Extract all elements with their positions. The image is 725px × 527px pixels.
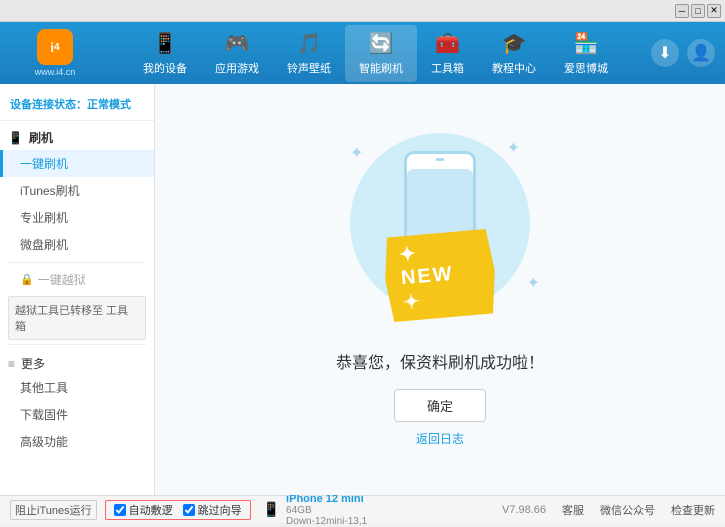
nav-apps-games[interactable]: 🎮 应用游戏 <box>201 25 273 82</box>
nav-my-device[interactable]: 📱 我的设备 <box>129 25 201 82</box>
main-layout: 设备连接状态：正常模式 📱 刷机 一键刷机 iTunes刷机 专业刷机 微盘刷机… <box>0 84 725 495</box>
sidebar-one-click-flash[interactable]: 一键刷机 <box>0 150 154 177</box>
stop-itunes-button[interactable]: 阻止iTunes运行 <box>10 500 97 520</box>
nav-tutorial[interactable]: 🎓 教程中心 <box>478 25 550 82</box>
jailbreak-notice-text: 越狱工具已转移至 工具箱 <box>15 305 128 333</box>
sidebar-download-firmware[interactable]: 下载固件 <box>0 401 154 428</box>
nav-tutorial-label: 教程中心 <box>492 60 536 76</box>
flash-section-label: 刷机 <box>29 129 53 146</box>
sidebar-advanced[interactable]: 高级功能 <box>0 428 154 455</box>
success-message: 恭喜您，保资料刷机成功啦！ <box>336 349 544 373</box>
store-icon: 🏪 <box>574 31 599 56</box>
nav-smart-flash-label: 智能刷机 <box>359 60 403 76</box>
smart-flash-icon: 🔄 <box>369 31 394 56</box>
jailbreak-section: 🔒 一键越狱 <box>0 267 154 292</box>
sidebar-other-tools[interactable]: 其他工具 <box>0 374 154 401</box>
device-storage: 64GB <box>286 505 367 516</box>
nav-right: ⬇ 👤 <box>651 39 715 67</box>
auto-detect-label: 自动敷逻 <box>129 502 173 518</box>
version-label: V7.98.66 <box>502 504 546 516</box>
sparkle-1: ✦ <box>350 143 363 163</box>
sparkle-3: ✦ <box>527 273 540 293</box>
flash-section-icon: 📱 <box>8 131 23 145</box>
jailbreak-notice: 越狱工具已转移至 工具箱 <box>8 296 146 340</box>
nav-wallpaper-label: 铃声壁纸 <box>287 60 331 76</box>
sidebar-status-value: 正常模式 <box>87 99 131 111</box>
device-model: Down-12mini-13,1 <box>286 516 367 527</box>
nav-smart-flash[interactable]: 🔄 智能刷机 <box>345 25 417 82</box>
confirm-button[interactable]: 确定 <box>394 389 486 422</box>
title-bar: ─ □ ✕ <box>0 0 725 22</box>
toolbox-icon: 🧰 <box>435 31 460 56</box>
bottom-bar: 阻止iTunes运行 自动敷逻 跳过向导 📱 iPhone 12 mini 64… <box>0 495 725 523</box>
apps-games-icon: 🎮 <box>225 31 250 56</box>
bottom-left-section: 阻止iTunes运行 <box>10 500 97 520</box>
restore-button[interactable]: □ <box>691 4 705 18</box>
nav-items: 📱 我的设备 🎮 应用游戏 🎵 铃声壁纸 🔄 智能刷机 🧰 工具箱 🎓 教程中心… <box>100 25 651 82</box>
lock-icon: 🔒 <box>20 273 34 286</box>
auto-detect-checkbox-item[interactable]: 自动敷逻 <box>114 502 173 518</box>
more-section-header: ≡ 更多 <box>0 349 154 374</box>
back-to-today-link[interactable]: 返回日志 <box>416 430 464 447</box>
minimize-button[interactable]: ─ <box>675 4 689 18</box>
sidebar-micro-flash[interactable]: 微盘刷机 <box>0 231 154 258</box>
my-device-icon: 📱 <box>153 31 178 56</box>
sidebar-pro-flash[interactable]: 专业刷机 <box>0 204 154 231</box>
check-update-link[interactable]: 检查更新 <box>671 502 715 518</box>
sidebar-divider-2 <box>8 344 146 345</box>
more-section-label: 更多 <box>21 355 45 372</box>
sparkle-2: ✦ <box>507 138 520 158</box>
sidebar: 设备连接状态：正常模式 📱 刷机 一键刷机 iTunes刷机 专业刷机 微盘刷机… <box>0 84 155 495</box>
wizard-checkbox-item[interactable]: 跳过向导 <box>183 502 242 518</box>
nav-apps-games-label: 应用游戏 <box>215 60 259 76</box>
sidebar-status: 设备连接状态：正常模式 <box>0 92 154 121</box>
nav-toolbox[interactable]: 🧰 工具箱 <box>417 25 478 82</box>
bottom-right: V7.98.66 客服 微信公众号 检查更新 <box>502 502 715 518</box>
logo-area[interactable]: i4 www.i4.cn <box>10 29 100 77</box>
top-nav: i4 www.i4.cn 📱 我的设备 🎮 应用游戏 🎵 铃声壁纸 🔄 智能刷机… <box>0 22 725 84</box>
window-controls[interactable]: ─ □ ✕ <box>675 4 721 18</box>
nav-my-device-label: 我的设备 <box>143 60 187 76</box>
device-section: 📱 iPhone 12 mini 64GB Down-12mini-13,1 <box>263 493 423 527</box>
wizard-label: 跳过向导 <box>198 502 242 518</box>
logo-icon: i4 <box>37 29 73 65</box>
more-icon: ≡ <box>8 357 15 371</box>
sidebar-status-label: 设备连接状态： <box>10 99 87 111</box>
content-area: ✦ ✦ ✦ ✦ NEW ✦ 恭喜您，保资料刷机成功啦！ 确定 返回日志 <box>155 84 725 495</box>
nav-store[interactable]: 🏪 爱思博城 <box>550 25 622 82</box>
bottom-checkboxes: 自动敷逻 跳过向导 <box>105 500 251 520</box>
user-button[interactable]: 👤 <box>687 39 715 67</box>
new-badge: ✦ NEW ✦ <box>382 228 499 322</box>
nav-wallpaper[interactable]: 🎵 铃声壁纸 <box>273 25 345 82</box>
service-link[interactable]: 客服 <box>562 502 584 518</box>
logo-url: www.i4.cn <box>35 67 76 77</box>
nav-toolbox-label: 工具箱 <box>431 60 464 76</box>
download-button[interactable]: ⬇ <box>651 39 679 67</box>
flash-section-header: 📱 刷机 <box>0 125 154 150</box>
jailbreak-label: 一键越狱 <box>38 271 86 288</box>
sidebar-itunes-flash[interactable]: iTunes刷机 <box>0 177 154 204</box>
tutorial-icon: 🎓 <box>502 31 527 56</box>
phone-illustration: ✦ ✦ ✦ ✦ NEW ✦ <box>330 133 550 333</box>
wechat-link[interactable]: 微信公众号 <box>600 502 655 518</box>
wizard-checkbox[interactable] <box>183 504 195 516</box>
auto-detect-checkbox[interactable] <box>114 504 126 516</box>
wallpaper-icon: 🎵 <box>297 31 322 56</box>
device-icon: 📱 <box>263 501 280 518</box>
sidebar-divider-1 <box>8 262 146 263</box>
close-button[interactable]: ✕ <box>707 4 721 18</box>
nav-store-label: 爱思博城 <box>564 60 608 76</box>
device-info: iPhone 12 mini 64GB Down-12mini-13,1 <box>286 493 367 527</box>
